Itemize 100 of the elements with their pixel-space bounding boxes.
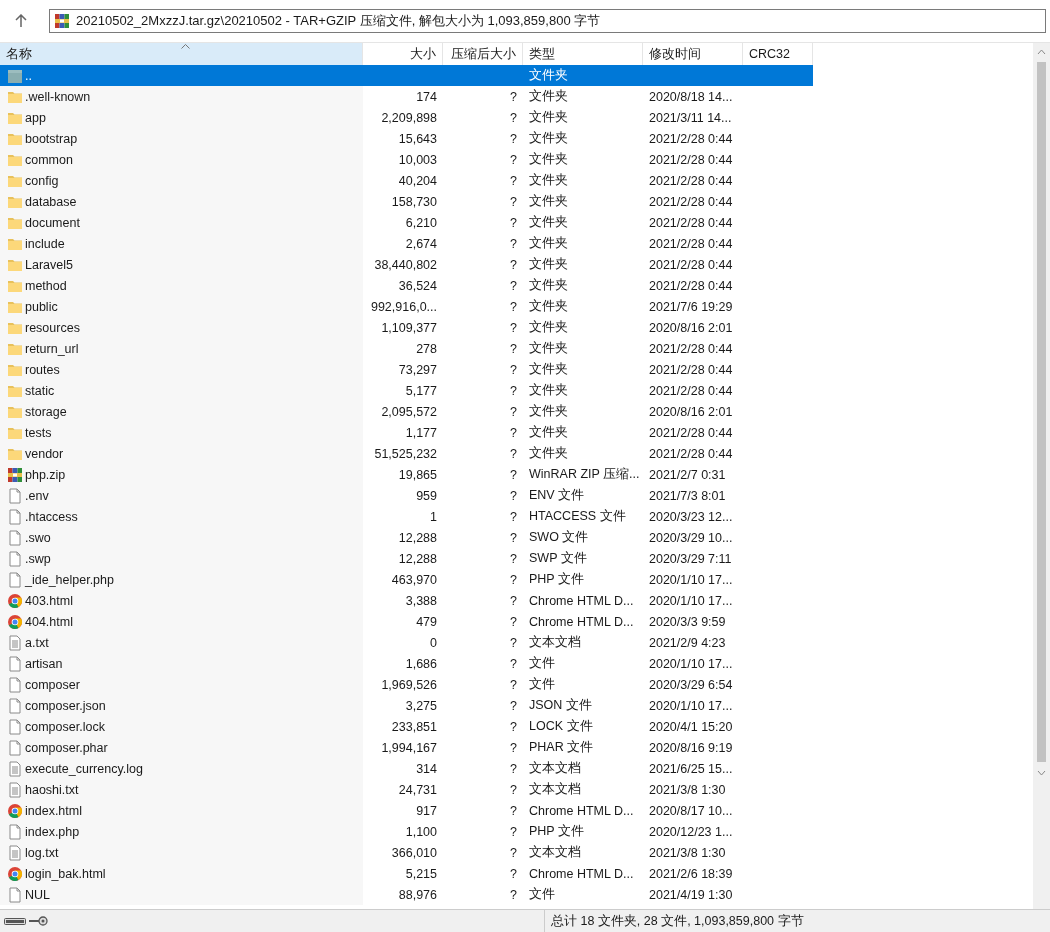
file-row[interactable]: .well-known 174 ? 文件夹 2020/8/18 14... <box>0 86 813 107</box>
file-row[interactable]: routes 73,297 ? 文件夹 2021/2/28 0:44 <box>0 359 813 380</box>
file-type: 文件夹 <box>529 193 568 210</box>
text-file-icon <box>7 634 23 651</box>
file-name: routes <box>25 362 60 377</box>
file-modified: 2021/3/8 1:30 <box>649 782 726 797</box>
file-row[interactable]: database 158,730 ? 文件夹 2021/2/28 0:44 <box>0 191 813 212</box>
file-packed: ? <box>510 614 517 629</box>
file-row[interactable]: .env 959 ? ENV 文件 2021/7/3 8:01 <box>0 485 813 506</box>
file-type: 文件夹 <box>529 382 568 399</box>
file-row[interactable]: login_bak.html 5,215 ? Chrome HTML D... 2021/2/6 18:39 <box>0 863 813 884</box>
file-row[interactable]: vendor 51,525,232 ? 文件夹 2021/2/28 0:44 <box>0 443 813 464</box>
file-packed: ? <box>510 299 517 314</box>
file-row[interactable]: return_url 278 ? 文件夹 2021/2/28 0:44 <box>0 338 813 359</box>
file-packed: ? <box>510 425 517 440</box>
file-packed: ? <box>510 845 517 860</box>
file-row[interactable]: php.zip 19,865 ? WinRAR ZIP 压缩... 2021/2/7 0:31 <box>0 464 813 485</box>
file-modified: 2020/1/10 17... <box>649 656 733 671</box>
file-size: 366,010 <box>391 845 437 860</box>
file-row[interactable]: .swp 12,288 ? SWP 文件 2020/3/29 7:11 <box>0 548 813 569</box>
file-row[interactable]: method 36,524 ? 文件夹 2021/2/28 0:44 <box>0 275 813 296</box>
file-name: tests <box>25 425 52 440</box>
file-row[interactable]: Laravel5 38,440,802 ? 文件夹 2021/2/28 0:44 <box>0 254 813 275</box>
file-row[interactable]: composer.lock 233,851 ? LOCK 文件 2020/4/1 15:20 <box>0 716 813 737</box>
file-name: 404.html <box>25 614 73 629</box>
file-size: 36,524 <box>398 278 437 293</box>
file-row[interactable]: 404.html 479 ? Chrome HTML D... 2020/3/3 9:59 <box>0 611 813 632</box>
file-name: public <box>25 299 58 314</box>
file-size: 88,976 <box>398 887 437 902</box>
file-row[interactable]: NUL 88,976 ? 文件 2021/4/19 1:30 <box>0 884 813 905</box>
file-row[interactable]: tests 1,177 ? 文件夹 2021/2/28 0:44 <box>0 422 813 443</box>
file-row[interactable]: .htaccess 1 ? HTACCESS 文件 2020/3/23 12... <box>0 506 813 527</box>
file-modified: 2020/12/23 1... <box>649 824 733 839</box>
file-size: 10,003 <box>398 152 437 167</box>
file-row[interactable]: storage 2,095,572 ? 文件夹 2020/8/16 2:01 <box>0 401 813 422</box>
folder-icon <box>7 67 23 84</box>
file-type: 文件夹 <box>529 88 568 105</box>
file-packed: ? <box>510 698 517 713</box>
file-size: 24,731 <box>398 782 437 797</box>
file-row[interactable]: public 992,916,0... ? 文件夹 2021/7/6 19:29 <box>0 296 813 317</box>
file-row[interactable]: haoshi.txt 24,731 ? 文本文档 2021/3/8 1:30 <box>0 779 813 800</box>
file-type: PHAR 文件 <box>529 739 594 756</box>
file-modified: 2021/2/28 0:44 <box>649 278 733 293</box>
file-row[interactable]: common 10,003 ? 文件夹 2021/2/28 0:44 <box>0 149 813 170</box>
file-icon <box>7 655 23 672</box>
file-type: 文件 <box>529 676 555 693</box>
address-field[interactable]: 20210502_2MxzzJ.tar.gz\20210502 - TAR+GZIP 压缩文件, 解包大小为 1,093,859,800 字节 <box>49 9 1046 33</box>
file-name: database <box>25 194 77 209</box>
file-size: 2,095,572 <box>381 404 437 419</box>
file-packed: ? <box>510 488 517 503</box>
file-row[interactable]: static 5,177 ? 文件夹 2021/2/28 0:44 <box>0 380 813 401</box>
file-row[interactable]: resources 1,109,377 ? 文件夹 2020/8/16 2:01 <box>0 317 813 338</box>
file-packed: ? <box>510 824 517 839</box>
file-size: 1,177 <box>405 425 437 440</box>
scroll-down-icon[interactable] <box>1037 769 1046 776</box>
file-packed: ? <box>510 656 517 671</box>
up-arrow-button[interactable] <box>14 14 28 28</box>
file-row[interactable]: composer 1,969,526 ? 文件 2020/3/29 6:54 <box>0 674 813 695</box>
file-row[interactable]: a.txt 0 ? 文本文档 2021/2/9 4:23 <box>0 632 813 653</box>
vertical-scrollbar[interactable] <box>1033 43 1050 909</box>
column-header[interactable]: 名称 <box>0 43 363 65</box>
file-row[interactable]: include 2,674 ? 文件夹 2021/2/28 0:44 <box>0 233 813 254</box>
file-row[interactable]: index.html 917 ? Chrome HTML D... 2020/8/17 10... <box>0 800 813 821</box>
file-row[interactable]: log.txt 366,010 ? 文本文档 2021/3/8 1:30 <box>0 842 813 863</box>
file-row[interactable]: .. 文件夹 <box>0 65 813 86</box>
file-type: 文本文档 <box>529 844 581 861</box>
browser-icon <box>7 865 23 882</box>
browser-icon <box>7 592 23 609</box>
file-row[interactable]: document 6,210 ? 文件夹 2021/2/28 0:44 <box>0 212 813 233</box>
file-size: 1,109,377 <box>381 320 437 335</box>
file-packed: ? <box>510 866 517 881</box>
file-packed: ? <box>510 593 517 608</box>
scroll-up-icon[interactable] <box>1037 48 1046 55</box>
file-row[interactable]: bootstrap 15,643 ? 文件夹 2021/2/28 0:44 <box>0 128 813 149</box>
file-row[interactable]: execute_currency.log 314 ? 文本文档 2021/6/25 15... <box>0 758 813 779</box>
file-packed: ? <box>510 383 517 398</box>
file-row[interactable]: config 40,204 ? 文件夹 2021/2/28 0:44 <box>0 170 813 191</box>
file-row[interactable]: composer.phar 1,994,167 ? PHAR 文件 2020/8/16 9:19 <box>0 737 813 758</box>
books-icon <box>7 466 23 483</box>
file-size: 0 <box>430 635 437 650</box>
file-name: return_url <box>25 341 79 356</box>
file-modified: 2020/8/16 2:01 <box>649 404 733 419</box>
file-size: 40,204 <box>398 173 437 188</box>
file-row[interactable]: index.php 1,100 ? PHP 文件 2020/12/23 1... <box>0 821 813 842</box>
file-size: 1,994,167 <box>381 740 437 755</box>
file-modified: 2021/2/28 0:44 <box>649 173 733 188</box>
file-name: .. <box>25 68 32 83</box>
file-row[interactable]: _ide_helper.php 463,970 ? PHP 文件 2020/1/10 17... <box>0 569 813 590</box>
file-modified: 2020/8/17 10... <box>649 803 733 818</box>
file-name: index.html <box>25 803 82 818</box>
file-row[interactable]: 403.html 3,388 ? Chrome HTML D... 2020/1/10 17... <box>0 590 813 611</box>
books-icon <box>54 13 70 29</box>
file-row[interactable]: app 2,209,898 ? 文件夹 2021/3/11 14... <box>0 107 813 128</box>
file-icon <box>7 676 23 693</box>
file-modified: 2020/8/18 14... <box>649 89 733 104</box>
file-row[interactable]: .swo 12,288 ? SWO 文件 2020/3/29 10... <box>0 527 813 548</box>
file-modified: 2020/3/29 6:54 <box>649 677 733 692</box>
file-type: 文件夹 <box>529 67 568 84</box>
file-row[interactable]: composer.json 3,275 ? JSON 文件 2020/1/10 17... <box>0 695 813 716</box>
file-row[interactable]: artisan 1,686 ? 文件 2020/1/10 17... <box>0 653 813 674</box>
